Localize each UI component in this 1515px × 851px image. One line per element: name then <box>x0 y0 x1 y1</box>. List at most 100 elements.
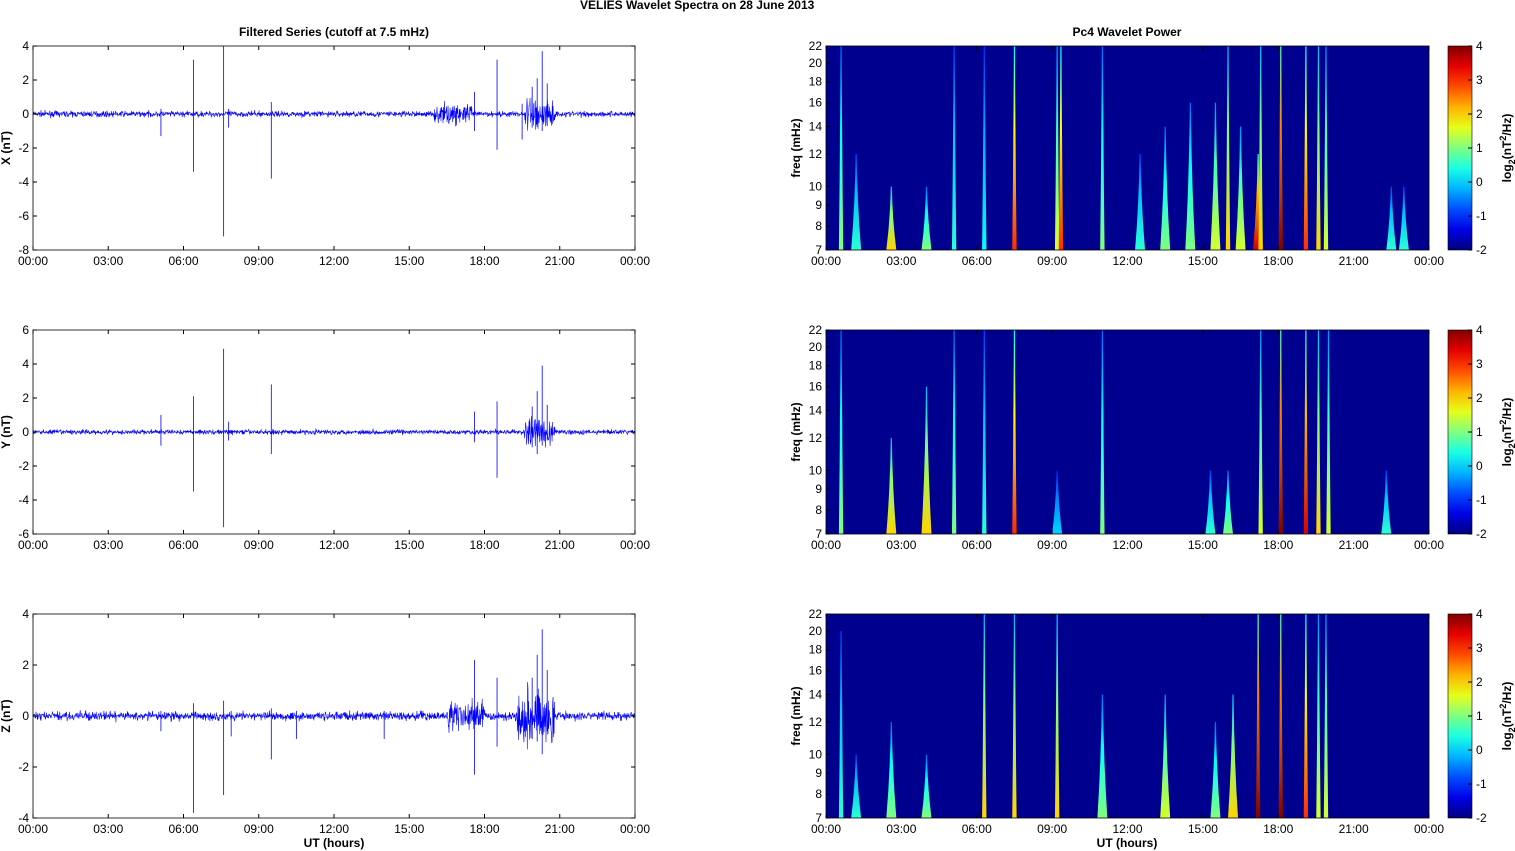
y-tick-label: 22 <box>809 39 823 53</box>
left-title: Filtered Series (cutoff at 7.5 mHz) <box>239 25 429 39</box>
timeseries-panel-x: -8-6-4-2024X (nT)00:00 03:00 06:00 09:00 12:… <box>0 39 650 268</box>
y-tick-label: 4 <box>22 357 29 371</box>
x-tick-label: 15:00 <box>394 538 424 552</box>
right-title: Pc4 Wavelet Power <box>1073 25 1182 39</box>
y-axis-label: X (nT) <box>0 131 13 165</box>
colorbar: -2 -1 0 1 2 3 4 log2(nT2/Hz) <box>1447 39 1515 257</box>
x-tick-label: 12:00 <box>1112 538 1142 552</box>
x-tick-label: 00:00 <box>620 822 650 836</box>
y-tick-label: 22 <box>809 607 823 621</box>
x-tick-label: 12:00 <box>1112 822 1142 836</box>
x-tick-label: 00:00 <box>811 538 841 552</box>
x-tick-label: 03:00 <box>886 254 916 268</box>
y-tick-label: 10 <box>809 463 823 477</box>
colorbar-label: log2(nT2/Hz) <box>1498 114 1515 183</box>
colorbar: -2 -1 0 1 2 3 4 log2(nT2/Hz) <box>1447 323 1515 541</box>
x-tick-label: 15:00 <box>1188 254 1218 268</box>
x-tick-label: 03:00 <box>93 254 123 268</box>
x-tick-label: 06:00 <box>168 538 198 552</box>
y-tick-label: 16 <box>809 96 823 110</box>
colorbar-tick-label: 4 <box>1476 323 1483 337</box>
colorbar-tick-label: 0 <box>1476 743 1483 757</box>
y-tick-label: 9 <box>815 766 822 780</box>
y-tick-label: 8 <box>815 787 822 801</box>
x-tick-label: 00:00 <box>18 822 48 836</box>
colorbar-tick-label: -1 <box>1476 209 1487 223</box>
x-tick-label: 00:00 <box>620 254 650 268</box>
y-tick-label: 18 <box>809 643 823 657</box>
x-tick-label: 00:00 <box>620 538 650 552</box>
x-tick-label: 00:00 <box>18 538 48 552</box>
plot-area <box>33 46 635 250</box>
x-tick-label: 15:00 <box>394 254 424 268</box>
x-tick-label: 00:00 <box>1414 538 1444 552</box>
y-tick-label: 4 <box>22 39 29 53</box>
x-tick-label: 18:00 <box>469 254 499 268</box>
wavelet-panel-y: 78910121416182022freq (mHz)00:00 03:00 06:… <box>789 323 1515 552</box>
colorbar-tick-label: 1 <box>1476 709 1483 723</box>
x-tick-label: 09:00 <box>1037 822 1067 836</box>
heatmap-background <box>826 46 1429 250</box>
colorbar-label-part: (nT <box>1500 140 1514 159</box>
x-tick-label: 18:00 <box>1263 254 1293 268</box>
x-tick-label: 18:00 <box>469 822 499 836</box>
y-axis-label: freq (mHz) <box>789 118 803 177</box>
y-tick-label: 4 <box>22 607 29 621</box>
x-tick-label: 18:00 <box>469 538 499 552</box>
y-tick-label: 18 <box>809 75 823 89</box>
timeseries-panel-y: -6-4-20246Y (nT)00:00 03:00 06:00 09:00 12:0… <box>0 323 650 552</box>
colorbar-label-part: (nT <box>1500 424 1514 443</box>
colorbar-label-part: /Hz) <box>1500 398 1514 420</box>
y-tick-label: 12 <box>809 715 823 729</box>
x-tick-label: 21:00 <box>1339 538 1369 552</box>
x-tick-label: 00:00 <box>811 254 841 268</box>
y-tick-label: 10 <box>809 747 823 761</box>
x-tick-label: 12:00 <box>319 538 349 552</box>
y-tick-label: 16 <box>809 664 823 678</box>
x-tick-label: 15:00 <box>394 822 424 836</box>
colorbar-tick-label: -2 <box>1476 811 1487 825</box>
y-tick-label: -2 <box>18 141 29 155</box>
colorbar-tick-label: 0 <box>1476 459 1483 473</box>
x-tick-label: 21:00 <box>1339 822 1369 836</box>
y-tick-label: 20 <box>809 56 823 70</box>
x-tick-label: 12:00 <box>319 822 349 836</box>
colorbar: -2 -1 0 1 2 3 4 log2(nT2/Hz) <box>1447 607 1515 825</box>
x-tick-label: 06:00 <box>962 254 992 268</box>
x-tick-label: 21:00 <box>545 822 575 836</box>
colorbar-tick-label: 1 <box>1476 141 1483 155</box>
x-tick-label: 00:00 <box>1414 254 1444 268</box>
x-tick-label: 03:00 <box>886 822 916 836</box>
x-tick-label: 00:00 <box>811 822 841 836</box>
y-tick-label: -4 <box>18 493 29 507</box>
y-tick-label: 10 <box>809 179 823 193</box>
colorbar-tick-label: -2 <box>1476 527 1487 541</box>
y-tick-label: 20 <box>809 340 823 354</box>
x-tick-label: 09:00 <box>244 538 274 552</box>
y-tick-label: -2 <box>18 459 29 473</box>
y-tick-label: 2 <box>22 391 29 405</box>
colorbar-label-part: /Hz) <box>1500 682 1514 704</box>
y-tick-label: -2 <box>18 760 29 774</box>
figure-title: VELIES Wavelet Spectra on 28 June 2013 <box>580 0 815 12</box>
colorbar-label-part: log <box>1500 732 1514 750</box>
colorbar-label-part: /Hz) <box>1500 114 1514 136</box>
y-tick-label: 9 <box>815 198 822 212</box>
y-tick-label: 16 <box>809 380 823 394</box>
colorbar-label-part: (nT <box>1500 708 1514 727</box>
colorbar-label: log2(nT2/Hz) <box>1498 398 1515 467</box>
y-tick-label: 22 <box>809 323 823 337</box>
x-tick-label: 12:00 <box>319 254 349 268</box>
y-axis-label: freq (mHz) <box>789 686 803 745</box>
y-tick-label: -6 <box>18 209 29 223</box>
left-xlabel: UT (hours) <box>304 836 365 850</box>
x-tick-label: 12:00 <box>1112 254 1142 268</box>
colorbar-tick-label: 4 <box>1476 607 1483 621</box>
y-axis-label: freq (mHz) <box>789 402 803 461</box>
colorbar-tick-label: 0 <box>1476 175 1483 189</box>
colorbar-label-part: log <box>1500 164 1514 182</box>
x-tick-label: 03:00 <box>886 538 916 552</box>
y-axis-label: Z (nT) <box>0 699 13 732</box>
colorbar-tick-label: 3 <box>1476 73 1483 87</box>
y-tick-label: 8 <box>815 503 822 517</box>
